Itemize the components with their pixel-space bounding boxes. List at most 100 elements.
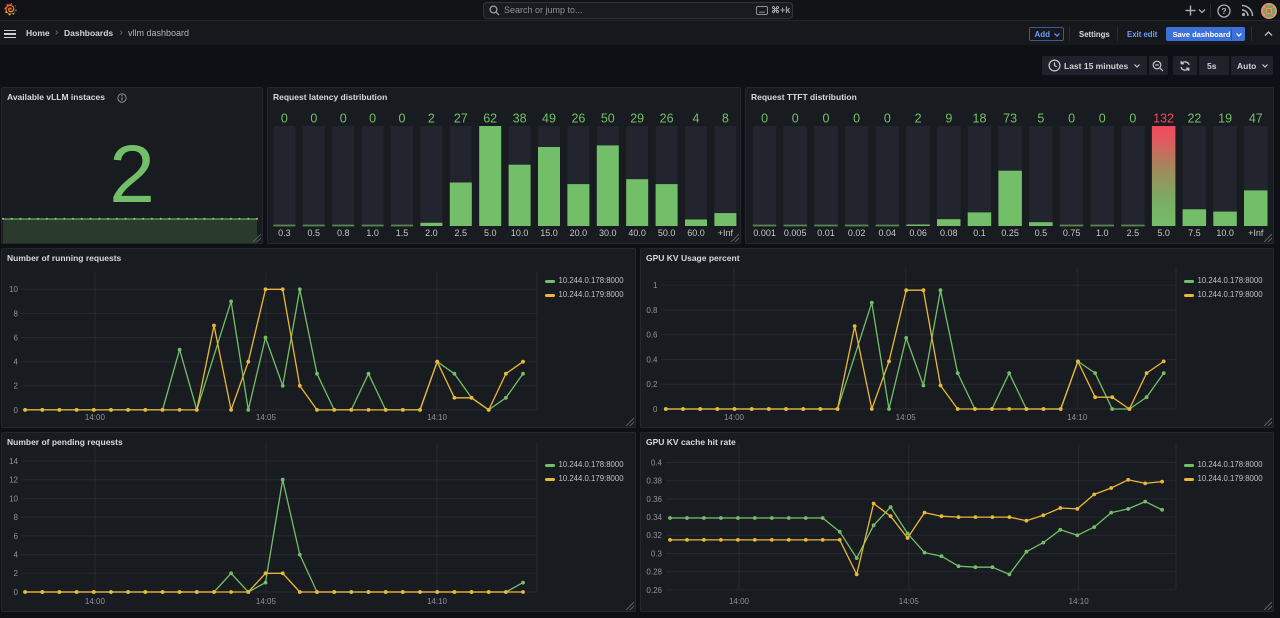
svg-text:4: 4 [693,112,700,126]
svg-text:6: 6 [14,532,19,541]
svg-text:40.0: 40.0 [628,228,646,238]
svg-text:2.5: 2.5 [1127,228,1140,238]
svg-text:29: 29 [630,112,644,126]
svg-text:2.5: 2.5 [455,228,468,238]
svg-text:0: 0 [399,112,406,126]
svg-text:0: 0 [653,405,658,414]
svg-text:8: 8 [14,309,19,318]
svg-text:27: 27 [454,112,468,126]
svg-text:0.75: 0.75 [1063,228,1081,238]
svg-text:14:10: 14:10 [427,597,448,606]
svg-text:0: 0 [1129,112,1136,126]
svg-text:14:10: 14:10 [1067,413,1088,422]
svg-text:14:00: 14:00 [85,413,106,422]
svg-text:14:10: 14:10 [427,413,448,422]
svg-text:50.0: 50.0 [658,228,676,238]
svg-text:?: ? [1221,6,1226,16]
svg-text:14:05: 14:05 [899,597,920,606]
svg-text:6: 6 [14,333,19,342]
svg-text:2: 2 [428,112,435,126]
svg-text:10.0: 10.0 [1216,228,1234,238]
svg-text:18: 18 [973,112,987,126]
svg-text:0: 0 [14,588,19,597]
svg-text:0.26: 0.26 [646,586,662,595]
svg-text:0.1: 0.1 [973,228,986,238]
svg-text:10.0: 10.0 [511,228,529,238]
svg-text:22: 22 [1187,112,1201,126]
svg-text:0.36: 0.36 [646,495,662,504]
svg-text:0: 0 [853,112,860,126]
svg-text:0.4: 0.4 [651,458,663,467]
svg-text:50: 50 [601,112,615,126]
svg-text:1.5: 1.5 [396,228,409,238]
svg-text:60.0: 60.0 [687,228,705,238]
svg-text:14:10: 14:10 [1069,597,1090,606]
svg-text:5: 5 [1037,112,1044,126]
svg-text:0.04: 0.04 [879,228,897,238]
svg-text:0: 0 [1099,112,1106,126]
svg-text:4: 4 [14,551,19,560]
svg-text:14:00: 14:00 [724,413,745,422]
svg-text:10: 10 [9,494,18,503]
svg-text:2.0: 2.0 [425,228,438,238]
svg-text:2: 2 [14,382,19,391]
svg-text:0: 0 [823,112,830,126]
svg-text:2: 2 [14,569,19,578]
svg-text:9: 9 [945,112,952,126]
svg-text:26: 26 [660,112,674,126]
svg-text:2: 2 [915,112,922,126]
svg-text:0: 0 [792,112,799,126]
svg-text:0: 0 [369,112,376,126]
svg-text:30.0: 30.0 [599,228,617,238]
svg-text:0.5: 0.5 [1035,228,1048,238]
svg-text:1: 1 [653,281,658,290]
svg-text:12: 12 [9,476,18,485]
svg-text:0.28: 0.28 [646,568,662,577]
svg-text:0.06: 0.06 [909,228,927,238]
svg-text:0.005: 0.005 [784,228,807,238]
svg-text:14:05: 14:05 [896,413,917,422]
svg-text:73: 73 [1003,112,1017,126]
svg-text:47: 47 [1249,112,1263,126]
svg-text:132: 132 [1153,112,1174,126]
svg-text:62: 62 [483,112,497,126]
svg-text:1.0: 1.0 [1096,228,1109,238]
svg-text:15.0: 15.0 [540,228,558,238]
svg-text:0.34: 0.34 [646,513,662,522]
svg-text:0.3: 0.3 [651,549,663,558]
svg-text:0.8: 0.8 [646,306,658,315]
svg-text:0.02: 0.02 [848,228,866,238]
svg-text:8: 8 [722,112,729,126]
svg-text:20.0: 20.0 [570,228,588,238]
svg-text:1.0: 1.0 [366,228,379,238]
svg-text:0: 0 [761,112,768,126]
svg-text:0.001: 0.001 [753,228,776,238]
svg-text:0: 0 [14,406,19,415]
svg-text:0.8: 0.8 [337,228,350,238]
svg-text:7.5: 7.5 [1188,228,1201,238]
svg-text:19: 19 [1218,112,1232,126]
svg-text:0.6: 0.6 [646,331,658,340]
svg-text:0.38: 0.38 [646,477,662,486]
svg-text:26: 26 [571,112,585,126]
svg-text:0: 0 [1068,112,1075,126]
svg-text:0.5: 0.5 [308,228,321,238]
svg-text:49: 49 [542,112,556,126]
svg-text:5.0: 5.0 [1157,228,1170,238]
svg-text:14:00: 14:00 [85,597,106,606]
svg-text:0.25: 0.25 [1001,228,1019,238]
svg-text:0.08: 0.08 [940,228,958,238]
svg-text:0.3: 0.3 [278,228,291,238]
svg-text:14:05: 14:05 [256,597,277,606]
svg-text:0: 0 [340,112,347,126]
svg-text:0: 0 [281,112,288,126]
svg-text:5.0: 5.0 [484,228,497,238]
svg-text:0: 0 [884,112,891,126]
svg-text:8: 8 [14,513,19,522]
svg-text:38: 38 [513,112,527,126]
svg-text:14:05: 14:05 [256,413,277,422]
svg-text:0.2: 0.2 [646,380,658,389]
svg-text:0.4: 0.4 [646,355,658,364]
svg-text:14:00: 14:00 [729,597,750,606]
svg-text:10: 10 [9,285,18,294]
